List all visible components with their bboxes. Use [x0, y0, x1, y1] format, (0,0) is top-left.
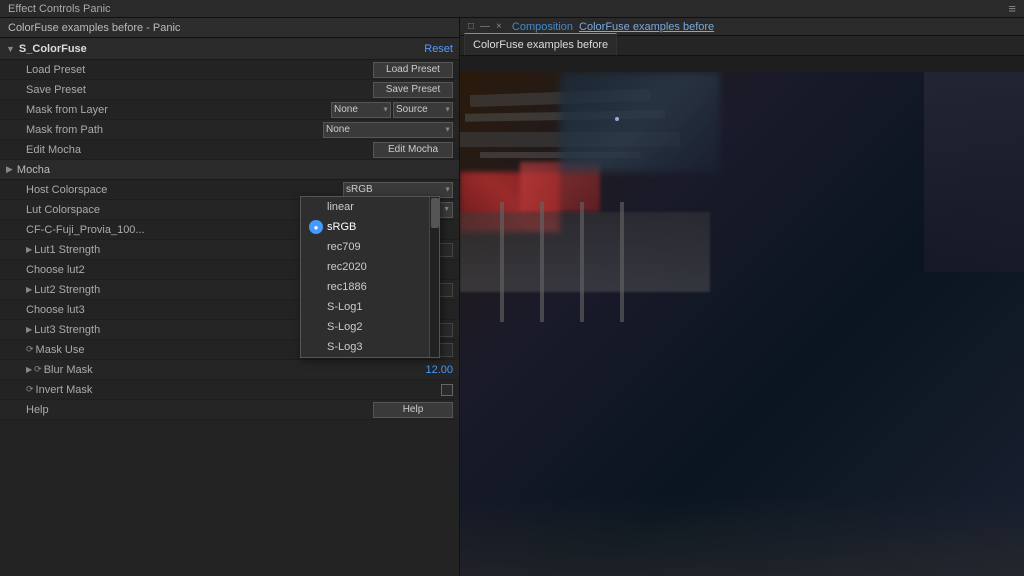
source-select-wrapper: Source [393, 102, 453, 118]
blur-mask-label: Blur Mask [44, 364, 426, 376]
blur-mask-row: ▶ ⟳ Blur Mask 12.00 [0, 360, 459, 380]
lut-dropdown-arrow: ▼ [443, 206, 450, 213]
scene-building [460, 212, 710, 292]
mask-path-select-wrapper: None [323, 122, 453, 138]
mask-layer-select[interactable]: None [331, 102, 391, 118]
comp-window-icon1: □ [468, 21, 474, 32]
scene-ground [460, 496, 1024, 576]
host-colorspace-label: Host Colorspace [26, 184, 343, 196]
lut1-strength-label: Lut1 Strength [34, 244, 343, 256]
panel-header: ColorFuse examples before - Panic [0, 18, 459, 38]
save-preset-control: Save Preset [373, 82, 453, 98]
edit-mocha-label: Edit Mocha [26, 144, 373, 156]
comp-window-icon3: × [496, 21, 502, 32]
collapse-triangle[interactable]: ▼ [6, 44, 15, 54]
mocha-triangle[interactable]: ▶ [6, 164, 13, 175]
load-preset-label: Load Preset [26, 64, 373, 76]
lut3-strength-label: Lut3 Strength [34, 324, 343, 336]
mask-use-icon: ⟳ [26, 344, 34, 355]
help-row: Help Help [0, 400, 459, 420]
dropdown-item-rec1886[interactable]: rec1886 [301, 277, 439, 297]
invert-mask-row: ⟳ Invert Mask [0, 380, 459, 400]
load-preset-button[interactable]: Load Preset [373, 62, 453, 78]
mask-from-path-row: Mask from Path None [0, 120, 459, 140]
mask-path-select[interactable]: None [323, 122, 453, 138]
invert-mask-label: Invert Mask [36, 384, 441, 396]
scene-pillar-3 [580, 202, 584, 322]
dropdown-scroll-thumb [431, 198, 439, 228]
blur-mask-icon: ⟳ [34, 364, 42, 375]
dropdown-item-slog2[interactable]: S-Log2 [301, 317, 439, 337]
dropdown-item-rec2020[interactable]: rec2020 [301, 257, 439, 277]
mask-layer-select-wrapper: None [331, 102, 391, 118]
load-preset-row: Load Preset Load Preset [0, 60, 459, 80]
colorspace-dropdown: linear ● sRGB rec709 rec2020 rec1886 S-L… [300, 196, 440, 358]
comp-viewport [460, 72, 1024, 576]
mask-from-layer-row: Mask from Layer None Source [0, 100, 459, 120]
invert-mask-checkbox[interactable] [441, 384, 453, 396]
reset-button[interactable]: Reset [424, 43, 453, 55]
invert-mask-icon: ⟳ [26, 384, 34, 395]
effect-name-row: ▼ S_ColorFuse Reset [0, 38, 459, 60]
lut2-strength-label: Lut2 Strength [34, 284, 343, 296]
mask-from-layer-control: None Source [331, 102, 453, 118]
help-label: Help [26, 404, 373, 416]
help-button[interactable]: Help [373, 402, 453, 418]
source-select[interactable]: Source [393, 102, 453, 118]
dropdown-item-linear[interactable]: linear [301, 197, 439, 217]
edit-mocha-control: Edit Mocha [373, 142, 453, 158]
comp-active-tab[interactable]: ColorFuse examples before [464, 33, 617, 55]
scene-pillar-4 [620, 202, 624, 322]
title-bar: Effect Controls Panic ≡ [0, 0, 1024, 18]
mask-from-path-label: Mask from Path [26, 124, 323, 136]
dropdown-scrollbar[interactable] [429, 197, 439, 357]
comp-tab-row: ColorFuse examples before [460, 36, 1024, 56]
comp-window-icon2: — [480, 21, 490, 32]
mask-from-path-control: None [323, 122, 453, 138]
dropdown-item-rec709[interactable]: rec709 [301, 237, 439, 257]
lut3-triangle[interactable]: ▶ [26, 325, 32, 334]
panel-header-text: ColorFuse examples before - Panic [8, 22, 180, 34]
save-preset-label: Save Preset [26, 84, 373, 96]
blur-mask-triangle[interactable]: ▶ [26, 365, 32, 374]
comp-tab-label: ColorFuse examples before [473, 39, 608, 51]
lut2-triangle[interactable]: ▶ [26, 285, 32, 294]
invert-mask-control [441, 384, 453, 396]
scene-pillar-2 [540, 202, 544, 322]
scene-pillar-1 [500, 202, 504, 322]
mocha-label: Mocha [17, 164, 50, 176]
blur-mask-value[interactable]: 12.00 [425, 364, 453, 376]
mask-use-label: Mask Use [36, 344, 343, 356]
srgb-check: ● [309, 220, 323, 234]
load-preset-control: Load Preset [373, 62, 453, 78]
scene-right-side [924, 72, 1024, 272]
edit-mocha-button[interactable]: Edit Mocha [373, 142, 453, 158]
help-control: Help [373, 402, 453, 418]
menu-icon[interactable]: ≡ [1008, 1, 1016, 16]
comp-title-link[interactable]: ColorFuse examples before [579, 21, 714, 33]
comp-title: Composition [512, 21, 573, 33]
scene-light-dot [615, 117, 619, 121]
scene-sky [560, 72, 720, 172]
title-bar-text: Effect Controls Panic [8, 3, 111, 15]
save-preset-button[interactable]: Save Preset [373, 82, 453, 98]
lut1-triangle[interactable]: ▶ [26, 245, 32, 254]
dropdown-item-srgb[interactable]: ● sRGB [301, 217, 439, 237]
blur-mask-control: 12.00 [425, 364, 453, 376]
effect-name-label: S_ColorFuse [19, 43, 87, 55]
dropdown-item-slog1[interactable]: S-Log1 [301, 297, 439, 317]
right-panel: □ — × Composition ColorFuse examples bef… [460, 18, 1024, 576]
dropdown-item-slog3[interactable]: S-Log3 [301, 337, 439, 357]
mask-from-layer-label: Mask from Layer [26, 104, 331, 116]
scene-container [460, 72, 1024, 576]
edit-mocha-row: Edit Mocha Edit Mocha [0, 140, 459, 160]
save-preset-row: Save Preset Save Preset [0, 80, 459, 100]
mocha-section: ▶ Mocha [0, 160, 459, 180]
